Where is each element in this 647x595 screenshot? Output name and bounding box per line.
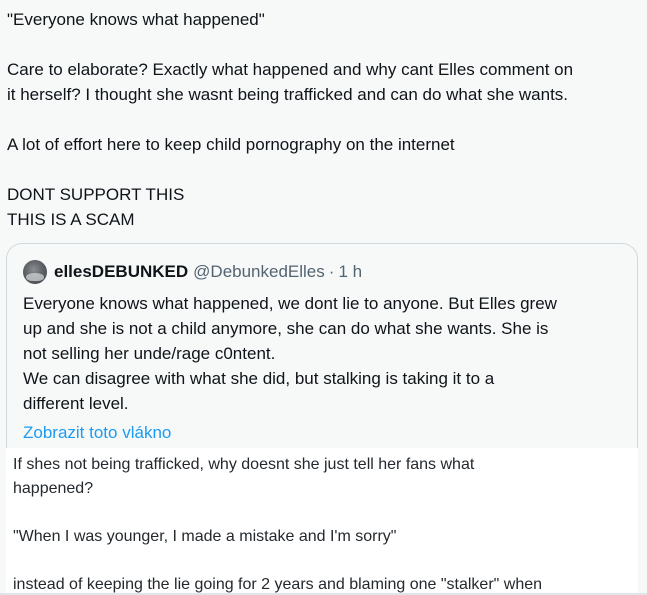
quoted-line: We can disagree with what she did, but s… (23, 369, 495, 388)
reply-line: instead of keeping the lie going for 2 y… (13, 576, 543, 593)
quoted-display-name[interactable]: ellesDEBUNKED (54, 262, 188, 282)
reply-line (13, 549, 638, 573)
quoted-tweet-text: Everyone knows what happened, we dont li… (23, 291, 623, 416)
quoted-line: not selling her unde/rage c0ntent. (23, 344, 276, 363)
reply-line: "When I was younger, I made a mistake an… (13, 528, 397, 545)
avatar[interactable] (23, 260, 47, 284)
tweet-line (7, 107, 637, 132)
quoted-line: up and she is not a child anymore, she c… (23, 319, 549, 338)
quoted-timestamp[interactable]: 1 h (338, 262, 362, 282)
show-thread-link[interactable]: Zobrazit toto vlákno (23, 421, 171, 445)
tweet-line: DONT SUPPORT THIS (7, 185, 185, 204)
tweet-line: it herself? I thought she wasnt being tr… (7, 85, 569, 104)
tweet-line: THIS IS A SCAM (7, 210, 135, 229)
reply-line: happened? (13, 480, 94, 497)
tweet-text: "Everyone knows what happened" Care to e… (7, 7, 637, 232)
tweet-line: Care to elaborate? Exactly what happened… (7, 60, 574, 79)
reply-line: If shes not being trafficked, why doesnt… (13, 456, 475, 473)
quoted-tweet-card[interactable]: ellesDEBUNKED @DebunkedElles · 1 h Every… (6, 243, 638, 448)
tweet-line (7, 32, 637, 57)
quoted-handle[interactable]: @DebunkedElles (193, 262, 325, 282)
tweet-line: A lot of effort here to keep child porno… (7, 135, 455, 154)
quoted-line: Everyone knows what happened, we dont li… (23, 294, 557, 313)
tweet-line: "Everyone knows what happened" (7, 10, 265, 29)
tweet-line (7, 157, 637, 182)
quoted-line: different level. (23, 394, 129, 413)
separator-dot: · (328, 262, 335, 281)
quoted-tweet-header: ellesDEBUNKED @DebunkedElles · 1 h (23, 260, 362, 284)
reply-text-panel: If shes not being trafficked, why doesnt… (6, 448, 638, 595)
reply-line (13, 501, 638, 525)
